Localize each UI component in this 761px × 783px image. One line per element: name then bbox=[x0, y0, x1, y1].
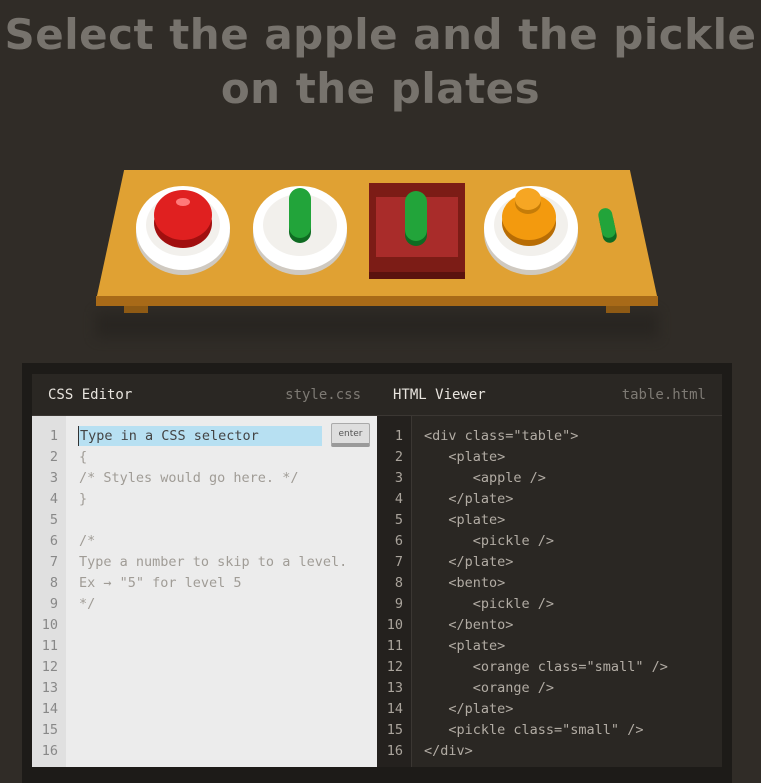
code-line: </div> bbox=[424, 743, 473, 759]
apple[interactable] bbox=[154, 190, 212, 240]
html-line-numbers: 1 2 3 4 5 6 7 8 9 10 11 12 13 14 15 16 bbox=[377, 426, 403, 762]
line-number: 7 bbox=[394, 554, 403, 570]
line-number: 12 bbox=[41, 659, 58, 675]
apple-shine bbox=[176, 198, 190, 206]
code-line: </plate> bbox=[424, 554, 514, 570]
code-line: <pickle /> bbox=[424, 596, 555, 612]
enter-button[interactable]: enter bbox=[331, 423, 370, 447]
code-line: <bento> bbox=[424, 575, 506, 591]
line-number: 9 bbox=[394, 596, 403, 612]
line-number: 15 bbox=[386, 722, 403, 738]
code-line: <plate> bbox=[424, 512, 506, 528]
line-number: 8 bbox=[49, 575, 58, 591]
code-line: <orange class="small" /> bbox=[424, 659, 668, 675]
bento-base bbox=[369, 272, 465, 279]
code-line: <pickle class="small" /> bbox=[424, 722, 644, 738]
code-line: </bento> bbox=[424, 617, 514, 633]
code-line: /* bbox=[79, 533, 96, 549]
line-number: 11 bbox=[41, 638, 58, 654]
html-code: <div class="table"> <plate> <apple /> </… bbox=[424, 426, 668, 762]
line-number: 2 bbox=[394, 449, 403, 465]
code-line: </plate> bbox=[424, 701, 514, 717]
css-code: { /* Styles would go here. */} /* Type a nu… bbox=[79, 426, 347, 615]
line-number: 4 bbox=[49, 491, 58, 507]
css-editor-filename: style.css bbox=[285, 386, 361, 403]
code-line: </plate> bbox=[424, 491, 514, 507]
line-number: 7 bbox=[49, 554, 58, 570]
code-line: <div class="table"> bbox=[424, 428, 579, 444]
code-line: <apple /> bbox=[424, 470, 546, 486]
table-shadow bbox=[96, 312, 658, 338]
pickle[interactable] bbox=[405, 191, 427, 241]
line-number: 13 bbox=[386, 680, 403, 696]
line-number: 5 bbox=[49, 512, 58, 528]
table-leg-left bbox=[124, 306, 148, 313]
code-line: <orange /> bbox=[424, 680, 555, 696]
html-viewer-title: HTML Viewer bbox=[393, 386, 486, 403]
line-number: 14 bbox=[386, 701, 403, 717]
line-number: 3 bbox=[49, 470, 58, 486]
pickle[interactable] bbox=[289, 188, 311, 238]
line-number: 3 bbox=[394, 470, 403, 486]
table-edge bbox=[96, 296, 658, 306]
css-editor-title: CSS Editor bbox=[48, 386, 133, 403]
line-number: 6 bbox=[394, 533, 403, 549]
line-number: 10 bbox=[41, 617, 58, 633]
line-number: 11 bbox=[386, 638, 403, 654]
line-number: 1 bbox=[394, 428, 403, 444]
line-number: 15 bbox=[41, 722, 58, 738]
line-number: 1 bbox=[49, 428, 58, 444]
code-line: } bbox=[79, 491, 88, 507]
html-viewer-header: HTML Viewer table.html bbox=[377, 374, 722, 416]
line-number: 6 bbox=[49, 533, 58, 549]
line-number: 4 bbox=[394, 491, 403, 507]
line-number: 16 bbox=[41, 743, 58, 759]
css-line-numbers: 1 2 3 4 5 6 7 8 9 10 11 12 13 14 15 16 bbox=[32, 426, 58, 762]
html-viewer-filename: table.html bbox=[621, 386, 706, 403]
code-line: <plate> bbox=[424, 638, 506, 654]
level-instruction: Select the apple and the pickle on the p… bbox=[4, 10, 757, 113]
code-line: */ bbox=[79, 596, 96, 612]
orange-small[interactable] bbox=[515, 188, 541, 210]
line-number: 12 bbox=[386, 659, 403, 675]
line-number: 9 bbox=[49, 596, 58, 612]
code-line: Type a number to skip to a level. bbox=[79, 554, 348, 570]
line-number: 14 bbox=[41, 701, 58, 717]
line-number: 13 bbox=[41, 680, 58, 696]
line-number: 16 bbox=[386, 743, 403, 759]
code-line: { bbox=[79, 449, 88, 465]
line-number: 10 bbox=[386, 617, 403, 633]
code-line: /* Styles would go here. */ bbox=[79, 470, 299, 486]
code-line: <pickle /> bbox=[424, 533, 555, 549]
line-number: 8 bbox=[394, 575, 403, 591]
table-leg-right bbox=[606, 306, 630, 313]
line-number: 5 bbox=[394, 512, 403, 528]
css-editor-header: CSS Editor style.css bbox=[32, 374, 377, 416]
css-selector-input[interactable] bbox=[78, 426, 322, 446]
line-number: 2 bbox=[49, 449, 58, 465]
code-line: Ex → "5" for level 5 bbox=[79, 575, 242, 591]
code-line: <plate> bbox=[424, 449, 506, 465]
